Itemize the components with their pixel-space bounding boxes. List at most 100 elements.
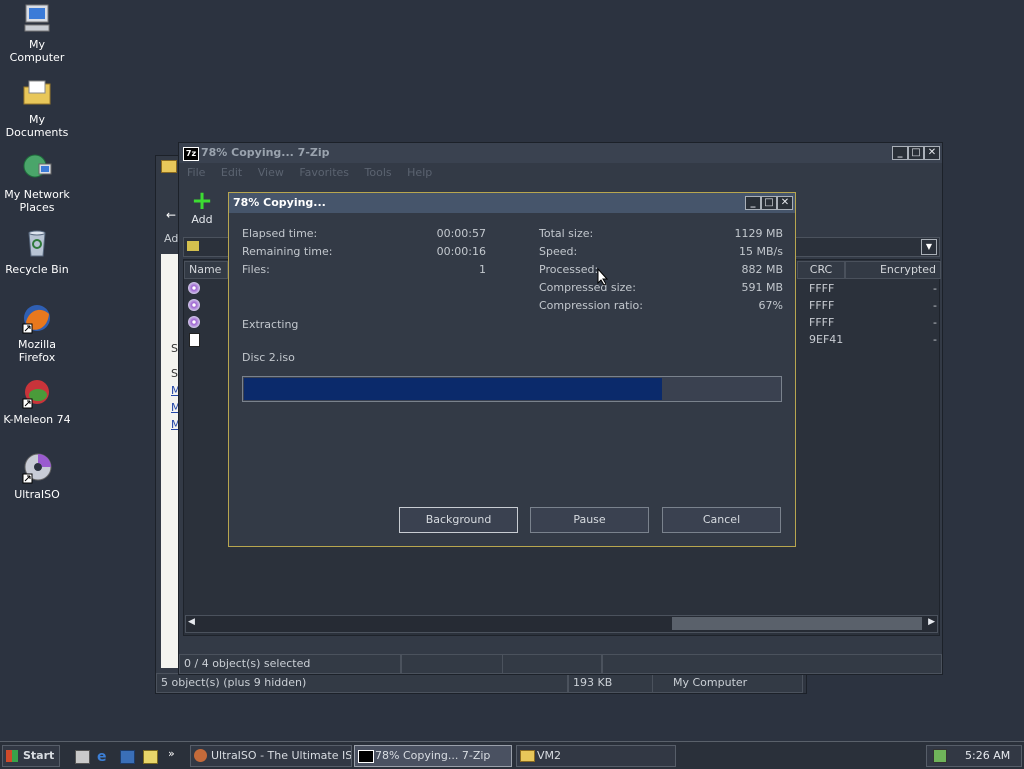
dialog-close-button[interactable]: ✕ (777, 196, 793, 210)
task-label: UltraISO - The Ultimate IS... (211, 749, 352, 762)
dialog-minimize-button[interactable]: _ (745, 196, 761, 210)
path-dropdown-icon[interactable]: ▼ (921, 239, 937, 255)
total-size-value: 1129 MB (734, 227, 783, 240)
quicklaunch-outlook-icon[interactable] (120, 750, 135, 764)
quicklaunch-more-icon[interactable]: » (168, 747, 175, 760)
dialog-title: 78% Copying... (233, 196, 326, 209)
desktop-icon-network-places[interactable]: My Network Places (0, 152, 74, 214)
network-tray-icon[interactable] (933, 749, 947, 763)
scroll-thumb[interactable] (672, 617, 922, 630)
cancel-button[interactable]: Cancel (662, 507, 781, 533)
add-button-label: Add (191, 213, 213, 226)
menu-edit[interactable]: Edit (221, 166, 242, 179)
windows-logo-icon (6, 750, 18, 762)
my-documents-icon (21, 77, 53, 109)
desktop-icon-ultraiso[interactable]: UltraISO (0, 452, 74, 501)
network-places-icon (21, 152, 53, 184)
zip-menubar: File Edit View Favorites Tools Help (187, 166, 444, 179)
task-vm2[interactable]: VM2 (516, 745, 676, 767)
disc-icon (188, 316, 200, 328)
quicklaunch-search-icon[interactable] (143, 750, 158, 764)
processed-value: 882 MB (741, 263, 783, 276)
zip-status-panel (602, 654, 942, 674)
add-plus-icon: + (191, 186, 213, 216)
column-name[interactable]: Name (184, 261, 228, 279)
horizontal-scrollbar[interactable]: ◀ ▶ (185, 615, 938, 633)
start-button[interactable]: Start (2, 745, 60, 767)
zip-titlebar[interactable]: 7z 78% Copying... 7-Zip _ □ ✕ (179, 143, 942, 163)
desktop-icon-firefox[interactable]: Mozilla Firefox (0, 302, 74, 364)
zip-status-panel (502, 654, 602, 674)
task-ultraiso[interactable]: UltraISO - The Ultimate IS... (190, 745, 352, 767)
remaining-time-label: Remaining time: (242, 245, 333, 258)
scroll-left-arrow[interactable]: ◀ (188, 617, 195, 627)
current-file-label: Disc 2.iso (242, 351, 295, 364)
quicklaunch-ie-icon[interactable]: e (97, 749, 107, 765)
mouse-cursor-icon (597, 267, 609, 289)
desktop-icon-recycle-bin[interactable]: Recycle Bin (0, 227, 74, 276)
encrypted-cell: - (933, 316, 937, 329)
task-label: 78% Copying... 7-Zip (375, 749, 491, 762)
dialog-titlebar[interactable]: 78% Copying... _ □ ✕ (229, 193, 795, 213)
encrypted-cell: - (933, 282, 937, 295)
7zip-task-icon (358, 750, 374, 763)
zip-window-title: 78% Copying... 7-Zip (201, 146, 330, 159)
menu-favorites[interactable]: Favorites (299, 166, 349, 179)
side-text: S (171, 342, 178, 355)
explorer-address-label: Ad (164, 232, 179, 245)
compressed-size-value: 591 MB (741, 281, 783, 294)
menu-file[interactable]: File (187, 166, 205, 179)
desktop-icon-k-meleon[interactable]: K-Meleon 74 (0, 377, 74, 426)
encrypted-cell: - (933, 333, 937, 346)
desktop-icon-my-computer[interactable]: My Computer (0, 2, 74, 64)
task-7zip[interactable]: 78% Copying... 7-Zip (354, 745, 512, 767)
remaining-time-value: 00:00:16 (436, 245, 486, 258)
column-encrypted[interactable]: Encrypted (845, 261, 941, 279)
text-file-icon (189, 333, 200, 347)
desktop-icon-label: My Computer (9, 38, 65, 64)
encrypted-cell: - (933, 299, 937, 312)
explorer-status-size: 193 KB (568, 673, 658, 693)
files-value: 1 (479, 263, 486, 276)
quicklaunch-show-desktop-icon[interactable] (75, 750, 90, 764)
maximize-button[interactable]: □ (908, 146, 924, 160)
desktop-icon-label: K-Meleon 74 (3, 413, 71, 426)
zip-status-selection: 0 / 4 object(s) selected (179, 654, 401, 674)
pause-button[interactable]: Pause (530, 507, 649, 533)
desktop-icon-label: UltraISO (14, 488, 60, 501)
operation-label: Extracting (242, 318, 299, 331)
minimize-button[interactable]: _ (892, 146, 908, 160)
task-label: VM2 (537, 749, 562, 762)
processed-label: Processed: (539, 263, 599, 276)
zip-status-panel (401, 654, 503, 674)
elapsed-time-label: Elapsed time: (242, 227, 318, 240)
disc-icon (188, 299, 200, 311)
scroll-right-arrow[interactable]: ▶ (928, 617, 935, 627)
column-crc[interactable]: CRC (797, 261, 845, 279)
speed-label: Speed: (539, 245, 578, 258)
desktop-icon-label: Mozilla Firefox (18, 338, 56, 364)
desktop-icon-label: My Documents (5, 113, 69, 139)
copy-progress-dialog[interactable]: 78% Copying... _ □ ✕ Elapsed time: 00:00… (228, 192, 796, 547)
menu-help[interactable]: Help (407, 166, 432, 179)
background-button[interactable]: Background (399, 507, 518, 533)
ultraiso-task-icon (194, 749, 207, 762)
menu-tools[interactable]: Tools (365, 166, 392, 179)
compression-ratio-value: 67% (758, 299, 783, 312)
folder-icon (161, 160, 177, 173)
ultraiso-icon (21, 452, 53, 484)
menu-view[interactable]: View (258, 166, 284, 179)
desktop-icon-my-documents[interactable]: My Documents (0, 77, 74, 139)
folder-up-icon[interactable] (187, 241, 199, 251)
back-arrow-icon[interactable]: ← (166, 208, 176, 222)
crc-cell: FFFF (809, 282, 835, 295)
crc-cell: 9EF41 (809, 333, 844, 346)
side-text: S (171, 367, 178, 380)
close-button[interactable]: ✕ (924, 146, 940, 160)
explorer-status-location: My Computer (652, 673, 803, 693)
7zip-icon: 7z (183, 147, 199, 161)
disc-icon (188, 282, 200, 294)
firefox-icon (21, 302, 53, 334)
dialog-maximize-button[interactable]: □ (761, 196, 777, 210)
add-button[interactable]: + Add (187, 186, 217, 226)
